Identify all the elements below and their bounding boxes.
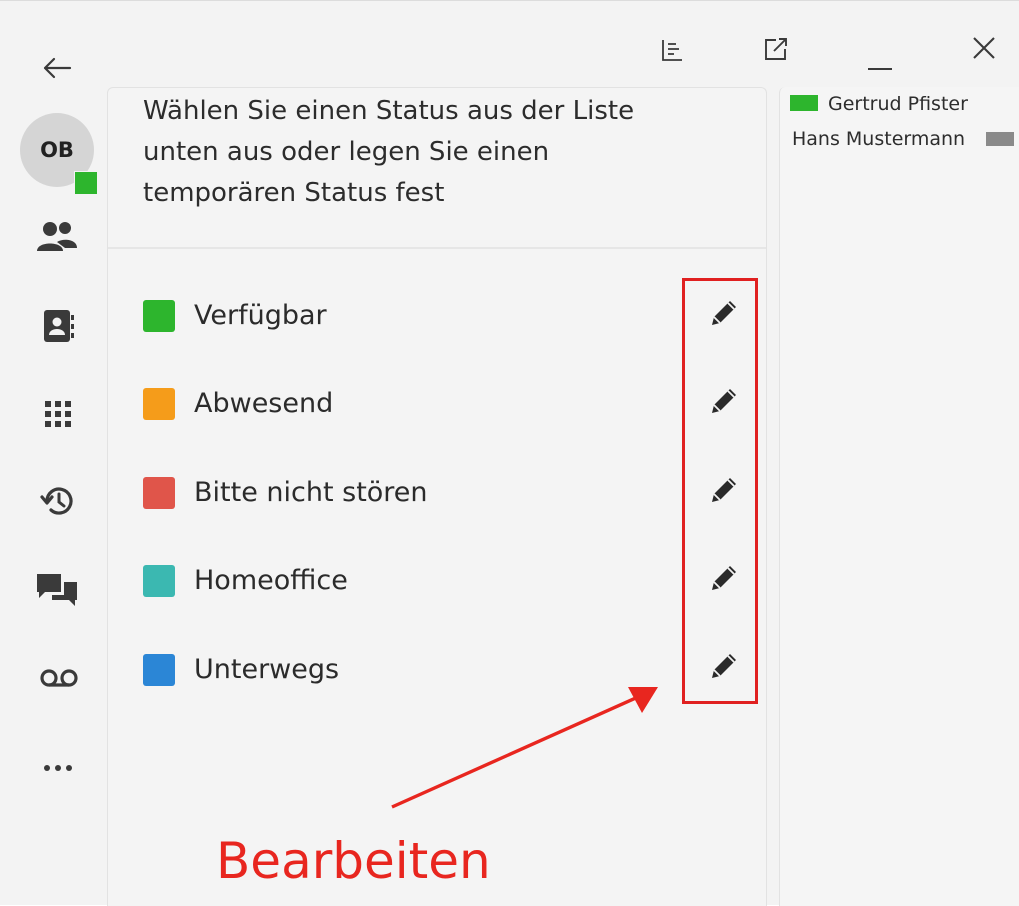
dialpad-icon[interactable] <box>38 394 78 434</box>
edit-buttons-highlight <box>682 278 758 704</box>
avatar-status-badge <box>74 171 98 195</box>
history-icon[interactable] <box>36 479 80 523</box>
status-instructions: Wählen Sie einen Status aus der Liste un… <box>143 91 703 214</box>
status-color-swatch <box>143 388 175 420</box>
contact-status-swatch <box>986 132 1014 146</box>
voicemail-icon[interactable] <box>36 661 82 695</box>
divider <box>108 247 766 249</box>
address-book-icon[interactable] <box>38 304 78 348</box>
status-label: Abwesend <box>194 388 334 419</box>
status-color-swatch <box>143 654 175 686</box>
app-window: OB Wählen Sie einen Status aus der Liste… <box>0 0 1019 906</box>
external-link-icon[interactable] <box>758 31 794 67</box>
avatar-initials: OB <box>40 138 74 162</box>
contacts-icon[interactable] <box>34 215 80 259</box>
status-item-verfuegbar[interactable]: Verfügbar <box>140 291 740 341</box>
status-item-abwesend[interactable]: Abwesend <box>140 379 740 429</box>
chat-icon[interactable] <box>34 569 80 611</box>
contact-name[interactable]: Hans Mustermann <box>792 127 965 151</box>
status-color-swatch <box>143 300 175 332</box>
status-label: Homeoffice <box>194 565 348 596</box>
instruction-line: temporären Status fest <box>143 178 445 208</box>
minimize-icon[interactable] <box>860 41 900 75</box>
more-icon[interactable] <box>36 753 80 783</box>
annotation-label: Bearbeiten <box>216 832 491 890</box>
contacts-panel <box>779 87 1019 906</box>
list-icon[interactable] <box>654 33 690 67</box>
status-item-bitte-nicht-stoeren[interactable]: Bitte nicht stören <box>140 468 740 518</box>
annotation-arrow <box>391 687 658 809</box>
instruction-line: unten aus oder legen Sie einen <box>143 137 550 167</box>
status-color-swatch <box>143 565 175 597</box>
status-item-homeoffice[interactable]: Homeoffice <box>140 556 740 606</box>
status-color-swatch <box>143 477 175 509</box>
instruction-line: Wählen Sie einen Status aus der Liste <box>143 96 635 126</box>
close-icon[interactable] <box>965 29 1003 67</box>
contact-name[interactable]: Gertrud Pfister <box>828 92 968 116</box>
contact-status-swatch <box>790 95 818 111</box>
status-label: Verfügbar <box>194 300 327 331</box>
status-label: Unterwegs <box>194 654 340 685</box>
status-label: Bitte nicht stören <box>194 477 428 508</box>
